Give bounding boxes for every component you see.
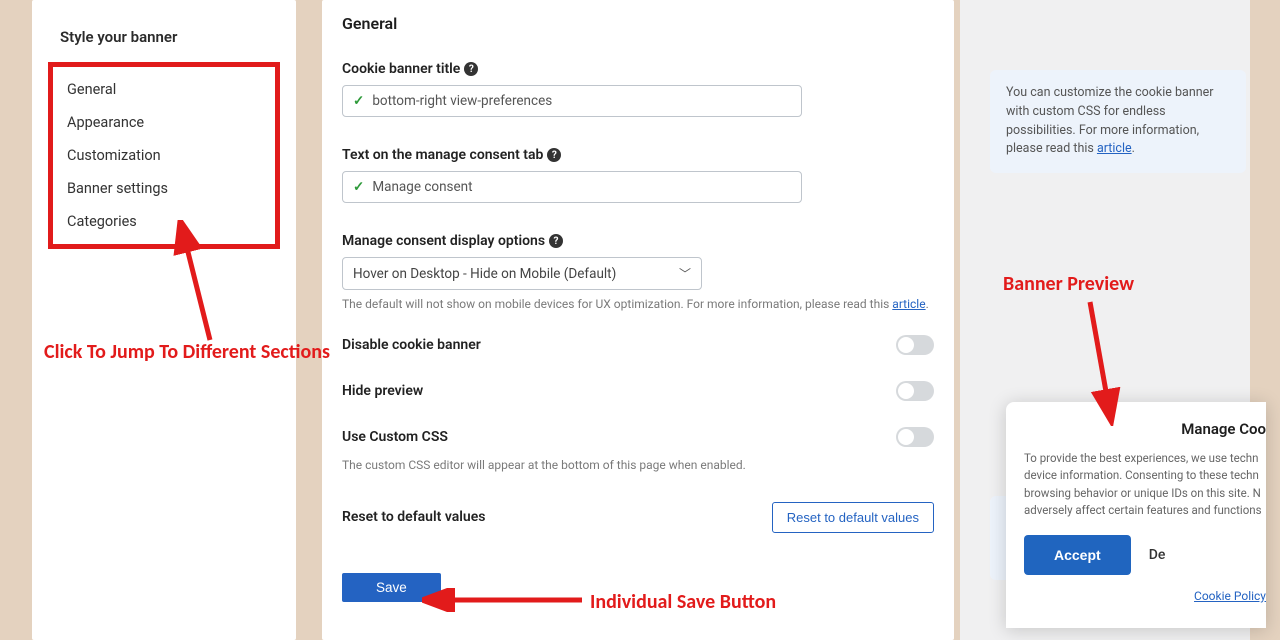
section-heading: General xyxy=(342,14,934,33)
manage-tab-value: Manage consent xyxy=(372,179,472,195)
sidebar-item-appearance[interactable]: Appearance xyxy=(63,106,265,139)
cookie-title-field: Cookie banner title ? ✓ bottom-right vie… xyxy=(342,61,934,117)
sidebar: Style your banner General Appearance Cus… xyxy=(32,0,296,640)
display-options-help: The default will not show on mobile devi… xyxy=(342,296,934,313)
custom-css-label: Use Custom CSS xyxy=(342,429,448,445)
preview-body: To provide the best experiences, we use … xyxy=(1024,450,1266,519)
sidebar-highlight-box: General Appearance Customization Banner … xyxy=(48,62,280,249)
article-link[interactable]: article xyxy=(892,297,925,311)
hide-preview-toggle[interactable] xyxy=(896,381,934,401)
article-link[interactable]: article xyxy=(1097,141,1132,156)
check-icon: ✓ xyxy=(353,93,364,109)
check-icon: ✓ xyxy=(353,179,364,195)
reset-label: Reset to default values xyxy=(342,509,485,525)
help-text-prefix: The default will not show on mobile devi… xyxy=(342,297,892,311)
disable-banner-label: Disable cookie banner xyxy=(342,337,481,353)
main-panel: General Cookie banner title ? ✓ bottom-r… xyxy=(322,0,954,640)
custom-css-toggle[interactable] xyxy=(896,427,934,447)
cookie-title-input[interactable]: ✓ bottom-right view-preferences xyxy=(342,85,802,117)
reset-row: Reset to default values Reset to default… xyxy=(342,502,934,533)
info-card-css: You can customize the cookie banner with… xyxy=(990,70,1246,173)
cookie-title-label: Cookie banner title xyxy=(342,61,460,77)
display-options-select[interactable]: Hover on Desktop - Hide on Mobile (Defau… xyxy=(342,257,702,290)
display-options-field: Manage consent display options ? Hover o… xyxy=(342,233,934,313)
sidebar-item-banner-settings[interactable]: Banner settings xyxy=(63,172,265,205)
manage-tab-field: Text on the manage consent tab ? ✓ Manag… xyxy=(342,147,934,203)
help-icon[interactable]: ? xyxy=(549,234,563,248)
hide-preview-label: Hide preview xyxy=(342,383,423,399)
sidebar-title: Style your banner xyxy=(32,18,296,60)
custom-css-help: The custom CSS editor will appear at the… xyxy=(342,457,934,474)
sidebar-item-categories[interactable]: Categories xyxy=(63,205,265,238)
display-options-label: Manage consent display options xyxy=(342,233,545,249)
disable-banner-toggle[interactable] xyxy=(896,335,934,355)
banner-preview: Manage Coo To provide the best experienc… xyxy=(1006,402,1266,628)
accept-button[interactable]: Accept xyxy=(1024,535,1131,575)
chevron-down-icon: ﹀ xyxy=(679,265,691,282)
cookie-policy-link[interactable]: Cookie Policy xyxy=(1194,589,1266,603)
save-button[interactable]: Save xyxy=(342,573,441,602)
sidebar-item-general[interactable]: General xyxy=(63,73,265,106)
reset-button[interactable]: Reset to default values xyxy=(772,502,934,533)
deny-button[interactable]: De xyxy=(1149,547,1166,563)
manage-tab-label: Text on the manage consent tab xyxy=(342,147,543,163)
help-icon[interactable]: ? xyxy=(547,148,561,162)
cookie-title-value: bottom-right view-preferences xyxy=(372,93,552,109)
manage-tab-input[interactable]: ✓ Manage consent xyxy=(342,171,802,203)
display-options-value: Hover on Desktop - Hide on Mobile (Defau… xyxy=(353,266,616,282)
preview-title: Manage Coo xyxy=(1024,420,1266,438)
help-icon[interactable]: ? xyxy=(464,62,478,76)
sidebar-item-customization[interactable]: Customization xyxy=(63,139,265,172)
